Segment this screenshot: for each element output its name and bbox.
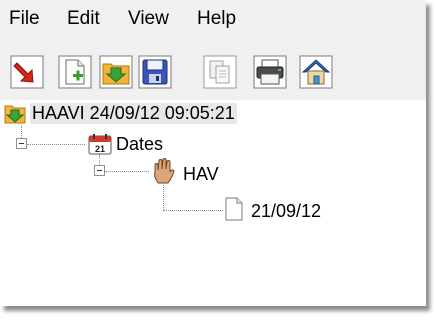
tree-connector <box>99 155 100 165</box>
document-icon <box>225 197 243 221</box>
tree-node-hav[interactable]: HAV <box>183 164 219 185</box>
save-button[interactable] <box>138 55 172 89</box>
menu-edit[interactable]: Edit <box>64 6 103 32</box>
tree-node-leaf[interactable]: 21/09/12 <box>251 201 321 222</box>
tree-connector <box>163 185 164 210</box>
tree-node-dates[interactable]: Dates <box>116 134 163 155</box>
printer-icon <box>253 55 287 89</box>
home-icon <box>299 55 333 89</box>
new-document-button[interactable] <box>58 55 92 89</box>
tree-view: HAAVI 24/09/12 09:05:21 21 Dates HAV 21/… <box>0 100 426 306</box>
open-folder-icon <box>99 55 133 89</box>
menu-file[interactable]: File <box>6 6 43 32</box>
toolbar <box>0 40 426 100</box>
menu-view[interactable]: View <box>125 6 172 32</box>
folder-arrow-icon <box>4 105 26 124</box>
menu-help[interactable]: Help <box>194 6 239 32</box>
menu-bar: File Edit View Help <box>0 0 426 40</box>
tree-connector <box>105 171 149 172</box>
hand-icon <box>154 158 175 184</box>
calendar-day: 21 <box>95 144 105 154</box>
print-button[interactable] <box>253 55 287 89</box>
save-disk-icon <box>138 55 172 89</box>
tree-connector <box>21 126 22 138</box>
red-arrow-icon <box>10 55 44 89</box>
tree-connector <box>163 210 223 211</box>
copy-button[interactable] <box>203 55 237 89</box>
tree-root-label[interactable]: HAAVI 24/09/12 09:05:21 <box>30 103 237 124</box>
collapse-toggle-hav[interactable] <box>94 165 105 176</box>
home-button[interactable] <box>299 55 333 89</box>
copy-icon <box>203 55 237 89</box>
calendar-icon: 21 <box>88 134 112 155</box>
collapse-toggle-dates[interactable] <box>16 138 27 149</box>
tree-connector <box>27 144 85 145</box>
open-folder-button[interactable] <box>99 55 133 89</box>
app-window: File Edit View Help HAAVI 24/09/12 09:05… <box>0 0 426 306</box>
new-document-icon <box>58 55 92 89</box>
back-button[interactable] <box>10 55 44 89</box>
